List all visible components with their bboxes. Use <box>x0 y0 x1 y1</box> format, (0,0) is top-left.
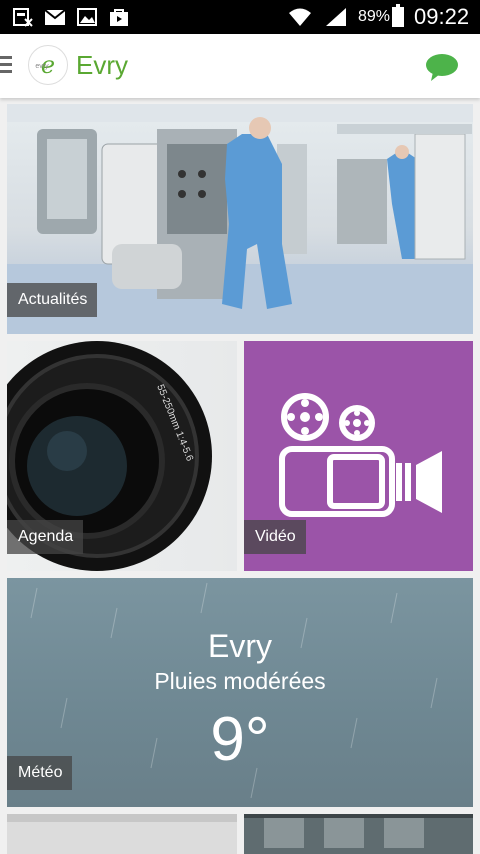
wifi-icon <box>289 8 311 26</box>
partial-tile-left[interactable] <box>7 814 237 854</box>
signal-icon <box>326 8 346 26</box>
clock: 09:22 <box>414 4 470 29</box>
agenda-tile[interactable]: 55-250mm 1:4-5.6 Agenda <box>7 341 237 571</box>
menu-icon[interactable] <box>0 56 12 74</box>
news-label: Actualités <box>7 283 98 317</box>
partial-tile-right[interactable] <box>244 814 473 854</box>
agenda-label: Agenda <box>7 520 84 554</box>
weather-description: Pluies modérées <box>154 668 326 694</box>
app-bar: e evry Evry <box>0 34 480 98</box>
news-tile[interactable]: Actualités <box>7 104 473 334</box>
weather-temperature: 9° <box>210 705 270 774</box>
video-label: Vidéo <box>244 520 306 554</box>
status-bar: 89% 09:22 <box>0 0 480 34</box>
svg-text:evry: evry <box>35 63 49 70</box>
weather-tile[interactable]: Evry Pluies modérées 9° Météo <box>7 578 473 807</box>
partial-photo-left <box>7 814 237 854</box>
video-tile[interactable]: Vidéo <box>244 341 473 571</box>
gmail-icon <box>44 9 66 25</box>
battery-icon <box>392 4 404 27</box>
sim-card-icon <box>13 8 33 27</box>
weather-label: Météo <box>7 756 73 790</box>
battery-percentage: 89% <box>358 8 391 25</box>
store-bag-icon <box>110 9 128 26</box>
app-title: Evry <box>76 50 128 80</box>
partial-photo-right <box>244 814 473 854</box>
evry-logo: e evry <box>28 45 68 85</box>
gallery-icon <box>77 8 97 26</box>
chat-bubble-icon[interactable] <box>424 52 460 82</box>
weather-city: Evry <box>208 628 272 664</box>
